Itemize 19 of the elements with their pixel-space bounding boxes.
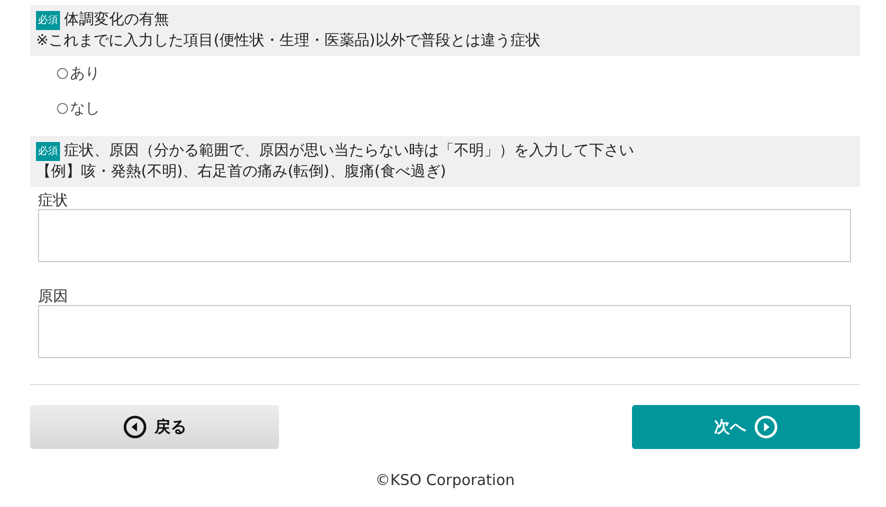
radio-icon[interactable] <box>57 103 68 114</box>
input-field[interactable] <box>38 209 851 262</box>
section-note: 【例】咳・発熱(不明)、右足首の痛み(転倒)、腹痛(食べ過ぎ) <box>36 162 446 180</box>
radio-option[interactable]: あり <box>57 64 100 83</box>
radio-icon[interactable] <box>57 68 68 79</box>
copyright-text: ©KSO Corporation <box>374 471 516 489</box>
required-badge: 必須 <box>36 142 60 161</box>
field-label: 症状 <box>38 192 69 209</box>
left-arrow-circle-icon <box>122 415 146 439</box>
section-title: 症状、原因（分かる範囲で、原因が思い当たらない時は「不明」）を入力して下さい <box>64 141 634 159</box>
back-button[interactable]: 戻る <box>30 405 279 449</box>
required-badge: 必須 <box>36 11 60 30</box>
input-field[interactable] <box>38 305 851 358</box>
next-button[interactable]: 次へ <box>632 405 860 449</box>
section-note: ※これまでに入力した項目(便性状・生理・医薬品)以外で普段とは違う症状 <box>36 31 540 49</box>
radio-option[interactable]: なし <box>57 99 100 118</box>
section-title: 体調変化の有無 <box>64 10 169 28</box>
field-label: 原因 <box>38 288 69 305</box>
right-arrow-circle-icon <box>754 415 778 439</box>
